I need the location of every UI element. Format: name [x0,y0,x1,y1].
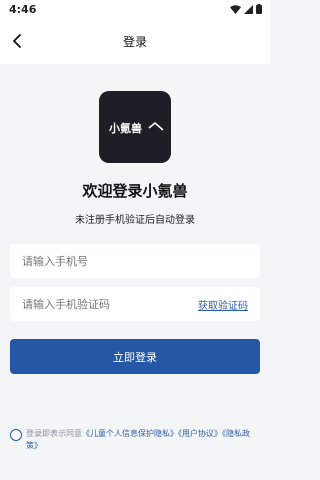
agreement-text: 登录即表示同意《儿童个人信息保护隐私》《用户协议》《隐私政策》 [26,428,258,452]
signal-icon [244,4,253,14]
child-privacy-link[interactable]: 《儿童个人信息保护隐私》 [82,429,178,438]
code-field-container: 获取验证码 [10,287,260,321]
agreement-row: 登录即表示同意《儿童个人信息保护隐私》《用户协议》《隐私政策》 [10,428,262,452]
verification-code-input[interactable] [22,297,198,311]
agreement-prefix: 登录即表示同意 [26,429,82,438]
status-icons [230,4,262,14]
app-logo: 小氪兽 [99,91,171,163]
back-icon[interactable] [4,28,30,54]
user-agreement-link[interactable]: 《用户协议》 [178,429,222,438]
welcome-title: 欢迎登录小氪兽 [82,182,188,200]
phone-field-container [10,244,260,278]
agreement-checkbox[interactable] [10,429,22,441]
status-time: 4:46 [9,2,37,16]
wifi-icon [230,4,241,14]
logo-wordmark: 小氪兽 [108,121,164,135]
welcome-subtitle: 未注册手机验证后自动登录 [75,215,195,226]
page-title: 登录 [122,34,147,49]
login-button[interactable]: 立即登录 [10,339,260,374]
status-bar: 4:46 [0,0,270,18]
svg-text:小氪兽: 小氪兽 [108,121,142,135]
phone-input[interactable] [22,254,248,268]
get-code-link[interactable]: 获取验证码 [198,297,248,312]
battery-icon [256,4,262,14]
nav-bar: 登录 [0,18,270,64]
